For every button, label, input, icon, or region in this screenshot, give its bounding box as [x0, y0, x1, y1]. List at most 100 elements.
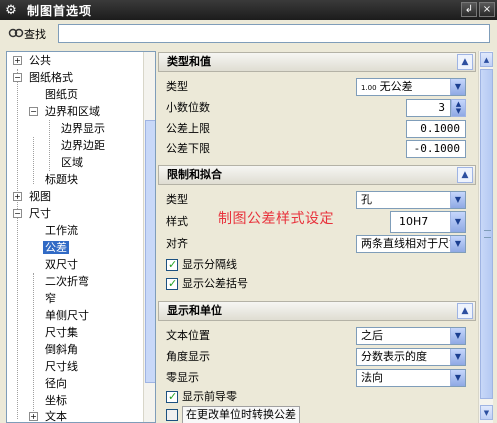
- style-label: 样式: [166, 215, 188, 228]
- search-input[interactable]: [58, 24, 490, 43]
- dropdown-arrow-icon[interactable]: ▼: [450, 349, 465, 365]
- tolerance-type-value: 无公差: [379, 80, 413, 93]
- lower-limit-label: 公差下限: [166, 142, 210, 155]
- section-display-units-header[interactable]: 显示和单位 ▲: [158, 301, 476, 321]
- expand-icon[interactable]: +: [13, 192, 22, 201]
- show-leading-zero-checkbox[interactable]: 显示前导零: [166, 389, 237, 405]
- tree-item-public[interactable]: + 公共: [13, 52, 53, 69]
- search-row: 查找: [0, 20, 497, 48]
- checkbox-unchecked-icon[interactable]: [166, 409, 178, 421]
- zero-display-label: 零显示: [166, 371, 199, 384]
- tree-item-view[interactable]: + 视图: [13, 188, 53, 205]
- section-type-value-header[interactable]: 类型和值 ▲: [158, 52, 476, 72]
- settings-scrollbar-thumb[interactable]: [480, 69, 493, 399]
- show-brackets-label: 显示公差括号: [182, 277, 248, 290]
- upper-limit-field[interactable]: 0.1000: [406, 120, 466, 138]
- expand-icon[interactable]: +: [13, 56, 22, 65]
- fit-style-dropdown[interactable]: 10H7 ▼: [390, 211, 466, 233]
- dropdown-arrow-icon[interactable]: ▼: [450, 192, 465, 208]
- tree-item-drawing-sheet[interactable]: 图纸页: [43, 86, 80, 103]
- align-value: 两条直线相对于尺寸: [361, 237, 460, 250]
- show-brackets-checkbox[interactable]: 显示公差括号: [166, 276, 248, 292]
- section-title: 显示和单位: [167, 304, 222, 317]
- collapse-icon[interactable]: −: [13, 73, 22, 82]
- show-separator-checkbox[interactable]: 显示分隔线: [166, 257, 237, 273]
- fit-type-value: 孔: [361, 193, 372, 206]
- settings-scrollbar[interactable]: ▲ ▼: [478, 51, 493, 423]
- fit-type-dropdown[interactable]: 孔 ▼: [356, 191, 466, 209]
- search-label: 查找: [24, 28, 46, 41]
- tree-item-tolerance[interactable]: 公差: [43, 239, 69, 256]
- tree-item-ordinate[interactable]: 坐标: [43, 392, 69, 409]
- text-position-value: 之后: [361, 329, 383, 342]
- settings-panel: 类型和值 ▲ 类型 1.00 无公差 ▼ 小数位数 3 ▲ ▼ 公差上限 0.100…: [158, 51, 476, 423]
- tree-item-dual-dimension[interactable]: 双尺寸: [43, 256, 80, 273]
- dropdown-arrow-icon[interactable]: ▼: [450, 370, 465, 386]
- angle-display-label: 角度显示: [166, 350, 210, 363]
- tree-item-single-sided[interactable]: 单侧尺寸: [43, 307, 91, 324]
- decimals-label: 小数位数: [166, 101, 210, 114]
- section-limits-fits-header[interactable]: 限制和拟合 ▲: [158, 165, 476, 185]
- collapse-section-icon[interactable]: ▲: [457, 167, 473, 183]
- align-label: 对齐: [166, 237, 188, 250]
- angle-display-dropdown[interactable]: 分数表示的度 ▼: [356, 348, 466, 366]
- tree-scrollbar[interactable]: [143, 52, 155, 422]
- window-title: 制图首选项: [27, 3, 93, 18]
- fit-type-label: 类型: [166, 193, 188, 206]
- close-button[interactable]: ×: [479, 2, 495, 17]
- decimals-spinner[interactable]: ▲ ▼: [451, 99, 466, 117]
- tree-item-narrow[interactable]: 窄: [43, 290, 58, 307]
- tree-item-dimension[interactable]: − 尺寸: [13, 205, 53, 222]
- collapse-icon[interactable]: −: [13, 209, 22, 218]
- text-position-dropdown[interactable]: 之后 ▼: [356, 327, 466, 345]
- zero-display-value: 法向: [361, 371, 383, 384]
- tree-item-border-margin[interactable]: 边界边距: [59, 137, 107, 154]
- gear-icon[interactable]: ⚙: [3, 2, 19, 18]
- checkbox-checked-icon[interactable]: [166, 257, 178, 273]
- type-label: 类型: [166, 80, 188, 93]
- checkbox-checked-icon[interactable]: [166, 389, 178, 405]
- checkbox-checked-icon[interactable]: [166, 276, 178, 292]
- dropdown-arrow-icon[interactable]: ▼: [450, 236, 465, 252]
- tree-item-sheet-format[interactable]: − 图纸格式: [13, 69, 75, 86]
- show-separator-label: 显示分隔线: [182, 258, 237, 271]
- convert-tolerance-checkbox[interactable]: 在更改单位时转换公差: [166, 406, 300, 423]
- tolerance-type-icon: 1.00: [361, 84, 377, 92]
- show-leading-zero-label: 显示前导零: [182, 390, 237, 403]
- collapse-section-icon[interactable]: ▲: [457, 54, 473, 70]
- convert-tolerance-label: 在更改单位时转换公差: [182, 406, 300, 423]
- upper-limit-label: 公差上限: [166, 122, 210, 135]
- decimals-field[interactable]: 3: [406, 99, 451, 117]
- align-dropdown[interactable]: 两条直线相对于尺寸 ▼: [356, 235, 466, 253]
- expand-icon[interactable]: +: [29, 412, 38, 421]
- title-bar: ⚙ 制图首选项 ↲ ×: [0, 0, 497, 20]
- annotation-text: 制图公差样式设定: [218, 211, 334, 227]
- tree-item-border-display[interactable]: 边界显示: [59, 120, 107, 137]
- dropdown-arrow-icon[interactable]: ▼: [450, 328, 465, 344]
- tree-item-dimension-line[interactable]: 尺寸线: [43, 358, 80, 375]
- lower-limit-field[interactable]: -0.1000: [406, 140, 466, 158]
- tolerance-type-dropdown[interactable]: 1.00 无公差 ▼: [356, 78, 466, 96]
- tree-item-workflow[interactable]: 工作流: [43, 222, 80, 239]
- collapse-section-icon[interactable]: ▲: [457, 303, 473, 319]
- back-button[interactable]: ↲: [461, 2, 477, 17]
- tree-item-zones[interactable]: 区域: [59, 154, 85, 171]
- tree-item-dimension-set[interactable]: 尺寸集: [43, 324, 80, 341]
- section-title: 限制和拟合: [167, 168, 222, 181]
- tree-item-title-block[interactable]: 标题块: [43, 171, 80, 188]
- tree-item-borders-zones[interactable]: − 边界和区域: [29, 103, 102, 120]
- tree-item-text[interactable]: + 文本: [29, 408, 69, 422]
- dropdown-arrow-icon[interactable]: ▼: [450, 79, 465, 95]
- tree-item-secondary-fold[interactable]: 二次折弯: [43, 273, 91, 290]
- scroll-up-icon[interactable]: ▲: [480, 52, 493, 67]
- scroll-down-icon[interactable]: ▼: [480, 405, 493, 420]
- tree-scrollbar-thumb[interactable]: [145, 120, 155, 383]
- tree-item-radial[interactable]: 径向: [43, 375, 69, 392]
- dropdown-arrow-icon[interactable]: ▼: [450, 212, 465, 232]
- zero-display-dropdown[interactable]: 法向 ▼: [356, 369, 466, 387]
- category-tree: + 公共 − 图纸格式 图纸页 − 边界和区域 边界显示 边界边距 区域 标题块…: [6, 51, 156, 423]
- search-icon: [8, 27, 24, 41]
- tree-item-chamfer[interactable]: 倒斜角: [43, 341, 80, 358]
- collapse-icon[interactable]: −: [29, 107, 38, 116]
- angle-display-value: 分数表示的度: [361, 350, 427, 363]
